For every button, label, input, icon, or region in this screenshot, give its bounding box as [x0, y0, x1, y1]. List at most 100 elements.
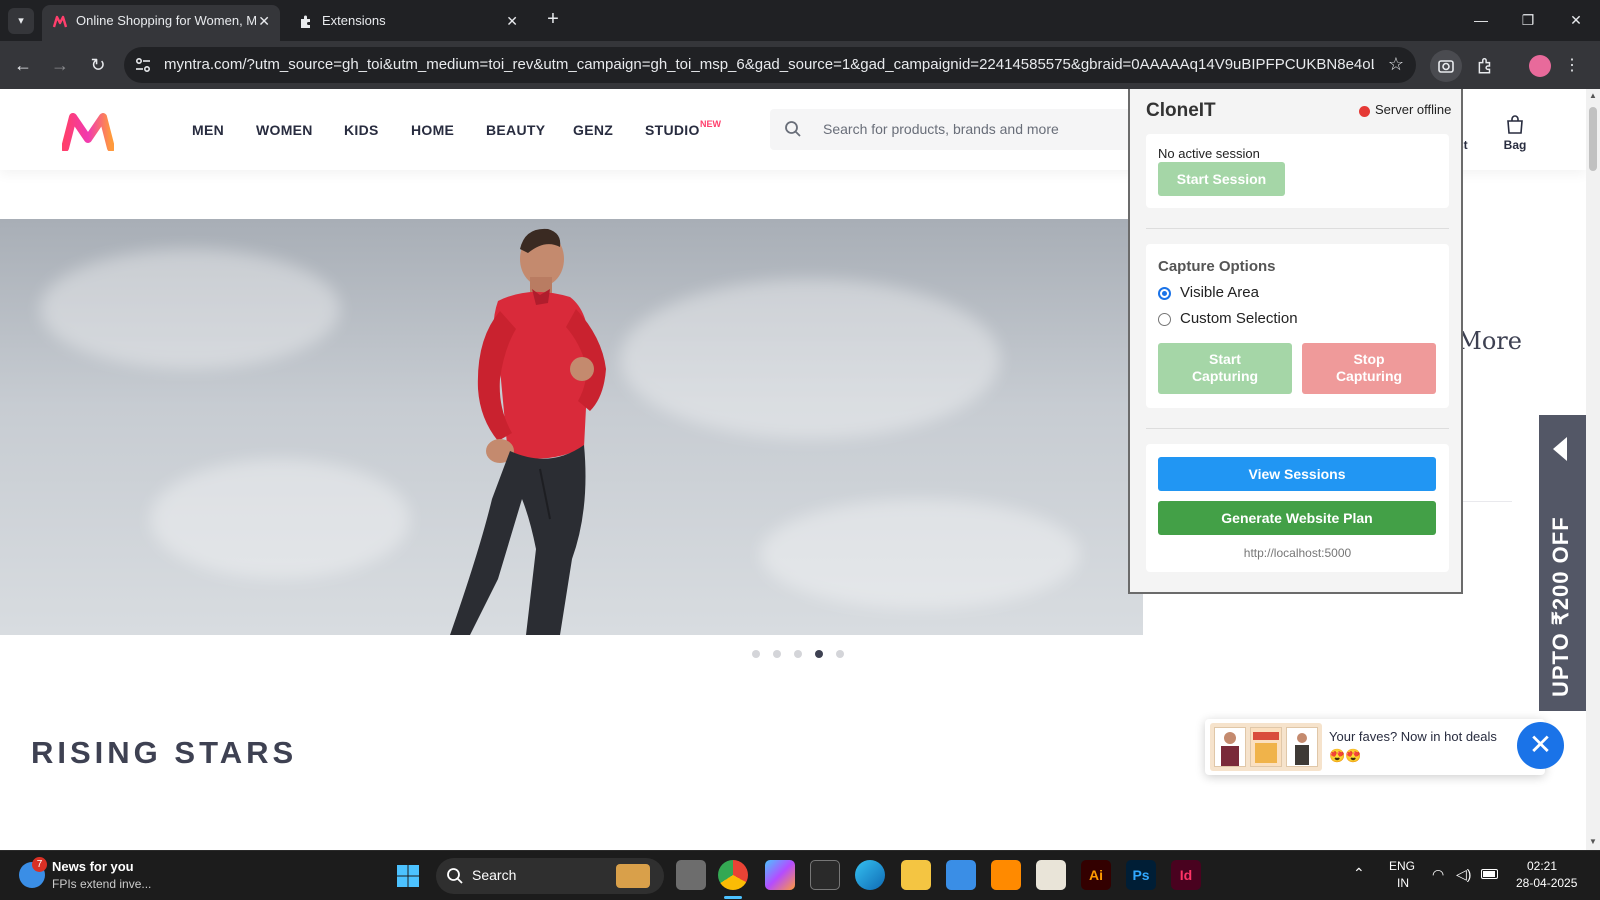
status-dot-icon	[1359, 106, 1370, 117]
session-card: No active session Start Session	[1146, 134, 1449, 208]
tray-overflow-icon[interactable]: ⌃	[1353, 865, 1365, 882]
scroll-thumb[interactable]	[1589, 107, 1597, 171]
capture-extension-icon[interactable]	[1430, 50, 1462, 82]
profile-avatar-icon[interactable]	[1524, 50, 1556, 82]
hero-banner[interactable]	[0, 219, 1143, 635]
notepad-icon[interactable]	[946, 860, 976, 890]
start-capturing-button[interactable]: Start Capturing	[1158, 343, 1292, 394]
windows-start-icon[interactable]	[396, 864, 420, 888]
search-placeholder: Search for products, brands and more	[823, 121, 1059, 137]
nav-men[interactable]: MEN	[192, 122, 224, 138]
news-subtitle[interactable]: FPIs extend inve...	[52, 877, 151, 891]
toast-message: Your faves? Now in hot deals 😍😍	[1329, 729, 1497, 763]
generate-plan-button[interactable]: Generate Website Plan	[1158, 501, 1436, 535]
scroll-down-icon[interactable]: ▼	[1588, 837, 1598, 847]
myntra-logo[interactable]	[62, 113, 114, 151]
scroll-up-icon[interactable]: ▲	[1588, 91, 1598, 101]
carousel-dot[interactable]	[836, 650, 844, 658]
carousel-dot[interactable]	[752, 650, 760, 658]
indesign-icon[interactable]: Id	[1171, 860, 1201, 890]
search-highlight-icon	[616, 864, 650, 888]
section-title: RISING STARS	[31, 735, 298, 770]
clock-date[interactable]: 28-04-2025	[1516, 876, 1577, 890]
tab-close-icon[interactable]: ✕	[258, 5, 270, 37]
cloneit-popup: CloneIT Server offline No active session…	[1128, 89, 1463, 594]
wifi-icon[interactable]: ◠	[1432, 866, 1444, 883]
nav-kids[interactable]: KIDS	[344, 122, 379, 138]
url-text[interactable]: myntra.com/?utm_source=gh_toi&utm_medium…	[164, 47, 1374, 83]
tab-close-icon[interactable]: ✕	[506, 5, 518, 37]
back-arrow-icon[interactable]: ←	[11, 53, 35, 77]
server-url: http://localhost:5000	[1243, 546, 1352, 560]
site-info-icon[interactable]	[134, 56, 152, 74]
news-title[interactable]: News for you	[52, 859, 134, 874]
puzzle-icon	[301, 15, 310, 28]
clock-time[interactable]: 02:21	[1527, 859, 1557, 873]
close-window-icon[interactable]: ✕	[1563, 8, 1589, 32]
carousel-dot[interactable]	[794, 650, 802, 658]
puzzle-icon[interactable]	[1469, 50, 1501, 82]
offer-text: UPTO ₹200 OFF	[1548, 516, 1573, 697]
nav-home[interactable]: HOME	[411, 122, 454, 138]
divider	[1146, 228, 1449, 229]
web-page: MEN WOMEN KIDS HOME BEAUTY GENZ STUDIO N…	[0, 89, 1586, 850]
stop-capturing-button[interactable]: Stop Capturing	[1302, 343, 1436, 394]
restore-icon[interactable]: ❐	[1515, 8, 1541, 32]
hot-deals-toast[interactable]: Your faves? Now in hot deals 😍😍	[1205, 719, 1545, 775]
region-code[interactable]: IN	[1397, 876, 1409, 890]
minimize-icon[interactable]: —	[1468, 8, 1494, 32]
file-explorer-icon[interactable]	[901, 860, 931, 890]
offer-side-tab[interactable]: UPTO ₹200 OFF	[1539, 415, 1586, 711]
nav-women[interactable]: WOMEN	[256, 122, 313, 138]
close-icon[interactable]: ✕	[1517, 722, 1564, 769]
custom-selection-label[interactable]: Custom Selection	[1180, 310, 1298, 327]
collapse-arrow-icon[interactable]	[1553, 437, 1567, 461]
carousel-dot-active[interactable]	[815, 650, 823, 658]
search-icon	[447, 868, 463, 884]
bag-button[interactable]: Bag	[1500, 115, 1530, 152]
page-scrollbar[interactable]: ▲ ▼	[1586, 89, 1600, 850]
volume-icon[interactable]: ◁)	[1456, 866, 1471, 883]
tab-search-button[interactable]: ▾	[8, 8, 34, 34]
new-badge: NEW	[700, 119, 721, 129]
visible-area-label[interactable]: Visible Area	[1180, 284, 1259, 301]
visible-area-radio[interactable]	[1158, 287, 1171, 300]
tab-myntra[interactable]: Online Shopping for Women, M ✕	[42, 5, 280, 41]
language-code[interactable]: ENG	[1389, 859, 1415, 873]
address-bar[interactable]: myntra.com/?utm_source=gh_toi&utm_medium…	[124, 47, 1416, 83]
sublime-text-icon[interactable]	[991, 860, 1021, 890]
copilot-icon[interactable]	[765, 860, 795, 890]
forward-arrow-icon[interactable]: →	[48, 53, 72, 77]
kebab-menu-icon[interactable]: ⋮	[1562, 50, 1582, 82]
search-icon	[785, 121, 801, 137]
server-status: Server offline	[1375, 102, 1452, 117]
task-view-icon[interactable]	[676, 860, 706, 890]
popup-title: CloneIT	[1146, 100, 1216, 121]
chrome-icon[interactable]	[718, 860, 748, 890]
browser-toolbar: ← → ↻ myntra.com/?utm_source=gh_toi&utm_…	[0, 41, 1600, 89]
active-app-indicator	[724, 896, 742, 899]
new-tab-button[interactable]: +	[541, 8, 565, 32]
nav-beauty[interactable]: BEAUTY	[486, 122, 545, 138]
browser-tab-bar: ▾ Online Shopping for Women, M ✕ Extensi…	[0, 0, 1600, 41]
reload-icon[interactable]: ↻	[86, 53, 110, 77]
nav-genz[interactable]: GENZ	[573, 122, 613, 138]
edge-icon[interactable]	[855, 860, 885, 890]
epic-games-icon[interactable]	[810, 860, 840, 890]
nav-studio[interactable]: STUDIO	[645, 122, 700, 138]
view-sessions-button[interactable]: View Sessions	[1158, 457, 1436, 491]
taskbar-search[interactable]: Search	[436, 858, 664, 894]
battery-icon[interactable]	[1481, 869, 1498, 879]
myntra-favicon-icon	[52, 15, 68, 28]
custom-selection-radio[interactable]	[1158, 313, 1171, 326]
tab-extensions[interactable]: Extensions ✕	[288, 5, 528, 41]
start-session-button[interactable]: Start Session	[1158, 162, 1285, 196]
notes-app-icon[interactable]	[1036, 860, 1066, 890]
capture-options-card: Capture Options Visible Area Custom Sele…	[1146, 244, 1449, 408]
actions-card: View Sessions Generate Website Plan http…	[1146, 444, 1449, 572]
news-badge: 7	[32, 857, 47, 872]
carousel-dot[interactable]	[773, 650, 781, 658]
star-icon[interactable]: ☆	[1388, 54, 1404, 75]
photoshop-icon[interactable]: Ps	[1126, 860, 1156, 890]
illustrator-icon[interactable]: Ai	[1081, 860, 1111, 890]
